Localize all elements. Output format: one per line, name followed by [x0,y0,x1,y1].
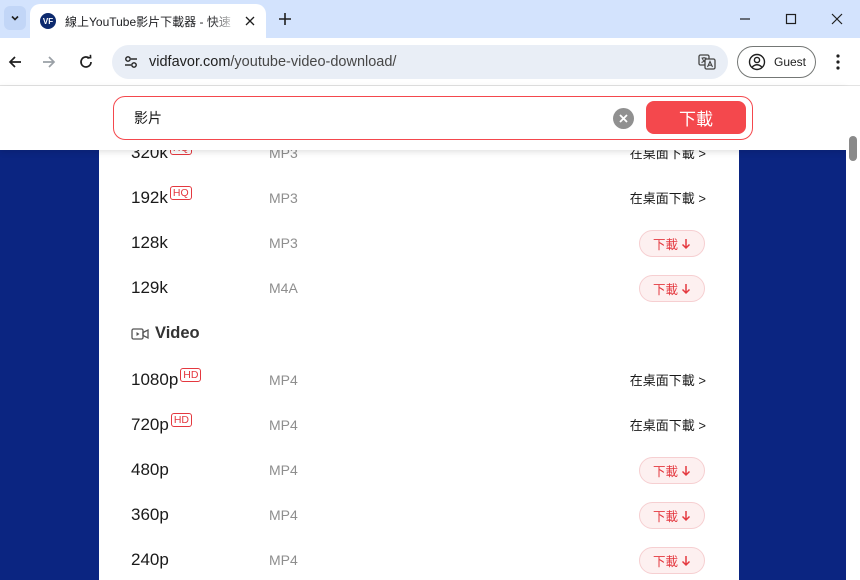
quality-label: 129k [131,277,168,297]
download-button[interactable]: 下載 [639,457,705,484]
download-button[interactable]: 下載 [639,275,705,302]
arrow-down-icon [681,555,691,566]
back-arrow-icon [8,56,21,68]
profile-label: Guest [774,55,807,69]
tune-icon [125,56,137,68]
option-row: 128k MP3 下載 [99,220,739,265]
option-row: 192k HQ MP3 在桌面下載 > [99,175,739,220]
format-label: MP4 [269,371,298,388]
quality-label: 720p HD [131,402,192,447]
search-box: 下載 [113,96,753,140]
tab-close-button[interactable] [242,13,258,29]
desktop-download-link[interactable]: 在桌面下載 > [630,175,706,220]
clear-search-button[interactable] [613,108,634,129]
arrow-down-icon [681,510,691,521]
profile-button[interactable]: Guest [737,46,816,78]
tab-title: 線上YouTube影片下載器 - 快速 [65,14,231,29]
tab-search-button[interactable] [4,6,26,30]
format-label: MP4 [269,461,298,478]
quality-badge: HD [180,368,202,382]
page-scrollbar[interactable] [846,86,860,580]
format-label: M4A [269,279,298,296]
scrollbar-thumb[interactable] [849,136,857,161]
download-button[interactable]: 下載 [639,502,705,529]
video-icon [131,327,149,340]
back-button[interactable] [3,50,27,74]
option-row: 480p MP4 下載 [99,447,739,492]
desktop-download-link[interactable]: 在桌面下載 > [630,402,706,447]
search-input[interactable] [134,108,604,128]
download-button[interactable]: 下載 [639,230,705,257]
new-tab-button[interactable] [274,8,296,30]
minimize-button[interactable] [722,0,768,38]
arrow-down-icon [681,283,691,294]
video-section-header: Video [99,310,739,357]
format-label: MP3 [269,234,298,251]
reload-button[interactable] [74,50,98,74]
address-bar[interactable]: vidfavor.com/youtube-video-download/ [112,45,728,79]
site-info-button[interactable] [120,51,142,73]
audio-options: 320kHQMP3在桌面下載 >192kHQMP3在桌面下載 >128kMP3下… [99,130,739,310]
url-text: vidfavor.com/youtube-video-download/ [149,54,397,70]
close-icon [831,13,843,25]
quality-label: 360p [131,504,169,524]
arrow-down-icon [681,465,691,476]
vidfavor-favicon-icon: VF [40,13,56,29]
format-label: MP4 [269,551,298,568]
quality-label: 480p [131,459,169,479]
maximize-icon [785,13,797,25]
translate-icon[interactable] [698,53,716,71]
more-vert-icon [836,54,840,70]
quality-label: 192k HQ [131,175,192,220]
quality-badge: HQ [169,186,192,200]
arrow-down-icon [681,238,691,249]
maximize-button[interactable] [768,0,814,38]
download-options-list: 320kHQMP3在桌面下載 >192kHQMP3在桌面下載 >128kMP3下… [99,130,739,580]
chevron-down-icon [11,15,19,21]
browser-tab-active[interactable]: VF 線上YouTube影片下載器 - 快速 [30,4,266,38]
format-label: MP3 [269,189,298,206]
close-icon [619,114,628,123]
page-background: 320kHQMP3在桌面下載 >192kHQMP3在桌面下載 >128kMP3下… [0,86,846,580]
forward-button[interactable] [37,50,61,74]
format-label: MP4 [269,416,298,433]
plus-icon [279,13,291,25]
search-bar: 下載 [0,86,846,150]
minimize-icon [740,18,750,20]
format-label: MP4 [269,506,298,523]
browser-toolbar: vidfavor.com/youtube-video-download/ Gue… [0,38,860,86]
reload-icon [80,54,92,68]
forward-arrow-icon [43,56,56,68]
window-close-button[interactable] [814,0,860,38]
quality-label: 1080p HD [131,357,202,402]
browser-menu-button[interactable] [826,50,850,74]
download-options-panel: 320kHQMP3在桌面下載 >192kHQMP3在桌面下載 >128kMP3下… [99,86,739,580]
close-icon [245,16,255,26]
tab-strip: VF 線上YouTube影片下載器 - 快速 [0,0,860,38]
download-button[interactable]: 下載 [639,547,705,574]
option-row: 240p MP4 下載 [99,537,739,580]
desktop-download-link[interactable]: 在桌面下載 > [630,357,706,402]
video-section-title: Video [131,310,200,357]
download-submit-button[interactable]: 下載 [646,101,746,134]
quality-label: 240p [131,549,169,569]
option-row: 129k M4A 下載 [99,265,739,310]
option-row: 1080p HD MP4 在桌面下載 > [99,357,739,402]
quality-badge: HD [170,413,192,427]
account-icon [748,53,766,71]
quality-label: 128k [131,232,168,252]
option-row: 360p MP4 下載 [99,492,739,537]
option-row: 720p HD MP4 在桌面下載 > [99,402,739,447]
video-options: 1080p HD MP4 在桌面下載 > 720p HD MP4 在桌面下載 > 480p MP4… [99,357,739,580]
